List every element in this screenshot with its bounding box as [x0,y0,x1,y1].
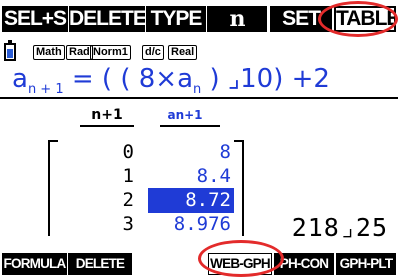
f6-table-key[interactable]: TABLE [334,6,396,32]
status-rad: Rad [66,45,93,60]
cell-n: 3 [122,213,134,235]
status-dc: d/c [142,45,164,60]
cell-n: 1 [122,165,134,187]
f2-delete-key[interactable]: DELETE [69,6,145,32]
cell-n: 2 [122,189,134,211]
f5-set-key[interactable]: SET [270,6,332,32]
formula-lhs-subscript: n + 1 [27,82,64,97]
f1-sel-s-key[interactable]: SEL+S [2,6,68,32]
recursion-formula: an + 1 = ( ( 8×an ) ⌟10) +2 [12,60,330,98]
formula-rhs-subscript: n [193,82,202,97]
table-row[interactable]: 1 8.4 [0,164,398,189]
column-header-n-rule [80,125,134,127]
column-header-an-rule [160,125,220,127]
f6-gph-plt-key[interactable]: GPH-PLT [336,253,396,275]
column-header-an: an+1 [167,108,203,122]
cell-an[interactable]: 8 [148,140,234,165]
f4-n-key[interactable]: n [207,6,267,32]
cell-an-selected[interactable]: 8.72 [148,188,234,213]
cell-value-readout: 218⌟25 [291,213,388,242]
table-row[interactable]: 0 8 [0,140,398,165]
formula-rhs-open: = ( ( 8×a [63,64,193,94]
formula-lhs: a [12,64,28,94]
cell-an[interactable]: 8.976 [148,212,234,237]
column-header-n: n+1 [91,107,123,123]
f1-formula-key[interactable]: FORMULA [2,253,67,275]
status-norm1: Norm1 [90,45,131,60]
battery-icon [4,40,16,61]
cell-n: 0 [122,141,134,163]
f3-type-key[interactable]: TYPE [146,6,206,32]
formula-divider [0,97,398,99]
top-function-bar: SEL+S DELETE TYPE n SET TABLE [0,0,398,40]
status-real: Real [168,45,198,60]
f2-delete-key[interactable]: DELETE [68,253,132,275]
f4-web-gph-key[interactable]: WEB-GPH [208,253,272,275]
f5-ph-con-key[interactable]: PH-CON [274,253,334,275]
formula-rhs-close: ) ⌟10) +2 [201,64,330,94]
cell-an[interactable]: 8.4 [148,164,234,189]
status-math: Math [33,45,65,60]
table-row-selected[interactable]: 2 8.72 [0,188,398,213]
